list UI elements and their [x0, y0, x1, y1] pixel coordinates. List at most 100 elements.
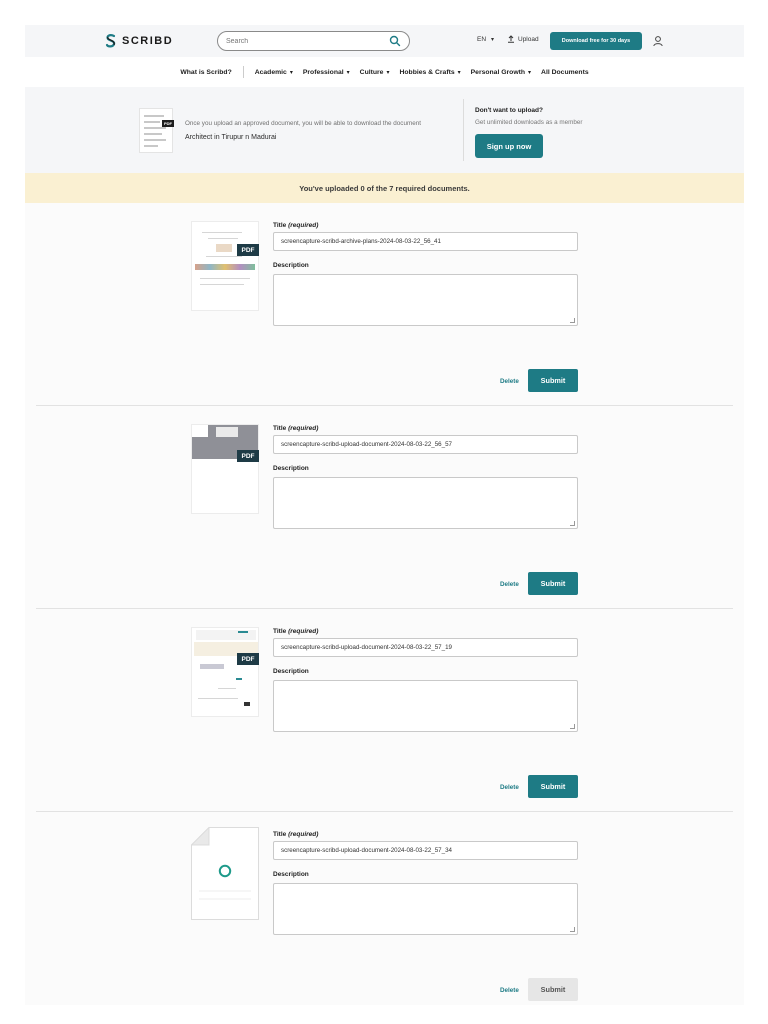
title-label-text: Title	[273, 425, 287, 432]
required-hint: (required)	[288, 628, 319, 635]
user-account-icon[interactable]	[651, 34, 665, 48]
required-hint: (required)	[288, 831, 319, 838]
nav-label: Hobbies & Crafts	[399, 68, 455, 76]
promo-alt-subtitle: Get unlimited downloads as a member	[475, 119, 583, 126]
resize-handle-icon[interactable]	[570, 724, 575, 729]
title-label-text: Title	[273, 222, 287, 229]
chevron-down-icon: ▾	[346, 69, 350, 76]
scribd-logo-icon	[105, 34, 116, 48]
nav-personal-growth[interactable]: Personal Growth ▾	[471, 69, 531, 76]
thumb-block	[244, 702, 250, 706]
sign-up-button[interactable]: Sign up now	[475, 134, 543, 158]
promo-document-title[interactable]: Architect in Tirupur n Madurai	[185, 134, 276, 141]
description-textarea[interactable]	[273, 477, 578, 529]
delete-link[interactable]: Delete	[500, 784, 519, 791]
required-hint: (required)	[288, 425, 319, 432]
nav-what-is-scribd[interactable]: What is Scribd?	[180, 69, 231, 76]
title-label: Title (required)	[273, 425, 318, 432]
title-input[interactable]: screencapture-scribd-upload-document-202…	[273, 435, 578, 454]
language-selector[interactable]: EN ▾	[477, 36, 494, 43]
promo-divider	[463, 99, 464, 161]
description-label: Description	[273, 465, 309, 472]
description-label: Description	[273, 871, 309, 878]
pdf-badge: PDF	[237, 244, 259, 256]
logo-text: SCRIBD	[122, 35, 174, 47]
thumb-line	[144, 145, 158, 147]
description-textarea[interactable]	[273, 680, 578, 732]
promo-alt-title: Don't want to upload?	[475, 107, 543, 114]
document-card: PDF Title (required) screencapture-scrib…	[25, 203, 744, 406]
thumb-block	[216, 427, 238, 437]
title-label: Title (required)	[273, 831, 318, 838]
title-input[interactable]: screencapture-scribd-archive-plans-2024-…	[273, 232, 578, 251]
nav-culture[interactable]: Culture ▾	[360, 69, 390, 76]
thumb-block	[236, 678, 242, 680]
submit-button[interactable]: Submit	[528, 369, 578, 392]
delete-link[interactable]: Delete	[500, 581, 519, 588]
language-label: EN	[477, 36, 487, 43]
loading-spinner-icon	[218, 864, 232, 878]
search-input[interactable]	[226, 37, 389, 45]
nav-professional[interactable]: Professional ▾	[303, 69, 350, 76]
submit-button[interactable]: Submit	[528, 978, 578, 1001]
chevron-down-icon: ▾	[528, 69, 532, 76]
nav-label: Culture	[359, 68, 384, 76]
document-card: PDF Title (required) screencapture-scrib…	[25, 406, 744, 609]
submit-button[interactable]: Submit	[528, 572, 578, 595]
title-label: Title (required)	[273, 222, 318, 229]
thumb-line	[206, 256, 242, 257]
thumb-block	[200, 664, 224, 669]
document-thumbnail	[191, 221, 259, 311]
scribd-logo[interactable]: SCRIBD	[104, 33, 173, 49]
document-thumbnail	[191, 424, 259, 514]
thumb-line	[144, 127, 166, 129]
thumb-line	[202, 232, 242, 233]
thumb-line	[144, 139, 166, 141]
top-header: SCRIBD EN ▾ Upload Download free for 30 …	[25, 25, 744, 57]
delete-link[interactable]: Delete	[500, 987, 519, 994]
resize-handle-icon[interactable]	[570, 521, 575, 526]
resize-handle-icon[interactable]	[570, 318, 575, 323]
thumb-line	[218, 688, 236, 689]
pdf-badge: PDF	[162, 120, 174, 127]
nav-label: Academic	[254, 68, 287, 76]
title-label: Title (required)	[273, 628, 318, 635]
required-hint: (required)	[288, 222, 319, 229]
description-textarea[interactable]	[273, 883, 578, 935]
submit-button[interactable]: Submit	[528, 775, 578, 798]
resize-handle-icon[interactable]	[570, 927, 575, 932]
nav-hobbies-crafts[interactable]: Hobbies & Crafts ▾	[399, 69, 460, 76]
download-free-button[interactable]: Download free for 30 days	[550, 32, 642, 50]
nav-academic[interactable]: Academic ▾	[255, 69, 293, 76]
thumb-line	[200, 278, 250, 279]
delete-link[interactable]: Delete	[500, 378, 519, 385]
upload-icon	[508, 35, 514, 43]
upload-link[interactable]: Upload	[507, 35, 539, 43]
title-input[interactable]: screencapture-scribd-upload-document-202…	[273, 638, 578, 657]
description-textarea[interactable]	[273, 274, 578, 326]
nav-label: All Documents	[541, 68, 589, 76]
thumb-line	[208, 238, 238, 239]
document-card: Title (required) screencapture-scribd-up…	[25, 812, 744, 1005]
promo-description: Once you upload an approved document, yo…	[185, 120, 421, 127]
search-icon[interactable]	[389, 35, 401, 47]
target-document-thumbnail: PDF	[139, 108, 174, 153]
thumb-line	[200, 284, 244, 285]
search-bar[interactable]	[217, 31, 410, 51]
chevron-down-icon: ▾	[386, 69, 390, 76]
description-label: Description	[273, 668, 309, 675]
upload-label: Upload	[518, 35, 539, 43]
chevron-down-icon: ▾	[289, 69, 293, 76]
thumb-line	[144, 121, 160, 123]
upload-requirement-banner: You've uploaded 0 of the 7 required docu…	[25, 173, 744, 203]
title-label-text: Title	[273, 628, 287, 635]
chevron-down-icon: ▾	[491, 37, 495, 43]
nav-divider	[242, 66, 244, 78]
nav-label: Personal Growth	[470, 68, 526, 76]
title-input[interactable]: screencapture-scribd-upload-document-202…	[273, 841, 578, 860]
upload-promo-banner: PDF Once you upload an approved document…	[25, 87, 744, 173]
nav-all-documents[interactable]: All Documents	[541, 69, 589, 76]
thumb-line	[144, 133, 162, 135]
chevron-down-icon: ▾	[457, 69, 461, 76]
description-label: Description	[273, 262, 309, 269]
